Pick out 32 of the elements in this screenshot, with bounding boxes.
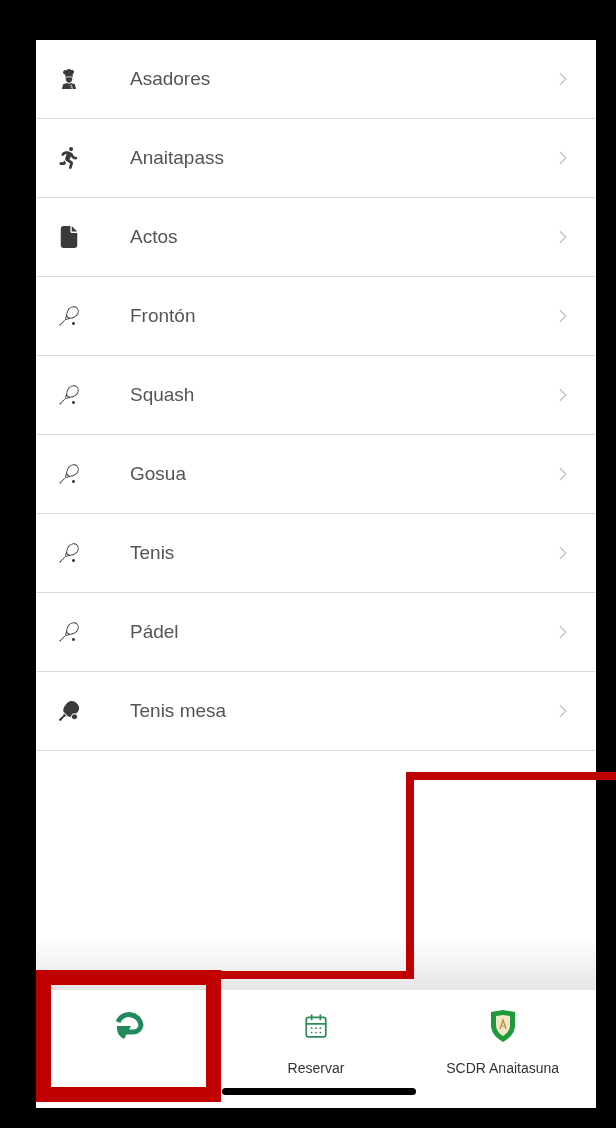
tab-label: Reservar xyxy=(287,1059,345,1078)
menu-label: Tenis xyxy=(130,540,176,565)
racket-icon xyxy=(58,621,80,643)
tab-label: SCDR Anaitasuna xyxy=(446,1059,560,1078)
racket-icon xyxy=(58,384,80,406)
tab-item[interactable]: SCDR Anaitasuna xyxy=(409,1008,596,1108)
menu-item[interactable]: Pádel xyxy=(36,593,596,672)
menu-label: Gosua xyxy=(130,461,187,486)
menu-item[interactable]: Asadores xyxy=(36,40,596,119)
paddles-icon xyxy=(58,700,80,722)
runner-icon xyxy=(58,147,80,169)
menu-item[interactable]: Anaitapass xyxy=(36,119,596,198)
menu-label: Pádel xyxy=(130,619,180,644)
menu-label: Asadores xyxy=(130,66,212,91)
menu-label: Tenis mesa xyxy=(130,698,228,723)
menu-label: Actos xyxy=(130,224,179,249)
menu-label: Frontón xyxy=(130,303,197,328)
racket-icon xyxy=(58,305,80,327)
menu-label: Squash xyxy=(130,382,196,407)
menu-item[interactable]: Squash xyxy=(36,356,596,435)
menu-label: Anaitapass xyxy=(130,145,225,170)
racket-icon xyxy=(58,463,80,485)
calendar-icon xyxy=(303,1013,329,1039)
racket-icon xyxy=(58,542,80,564)
tab-item[interactable]: Reservar xyxy=(222,1008,410,1108)
menu-item[interactable]: Gosua xyxy=(36,435,596,514)
menu-item[interactable]: Actos xyxy=(36,198,596,277)
menu-item[interactable]: Tenis xyxy=(36,514,596,593)
document-icon xyxy=(58,226,80,248)
menu-item[interactable]: Tenis mesa xyxy=(36,672,596,751)
menu-item[interactable]: Frontón xyxy=(36,277,596,356)
shield-icon xyxy=(488,1009,517,1043)
